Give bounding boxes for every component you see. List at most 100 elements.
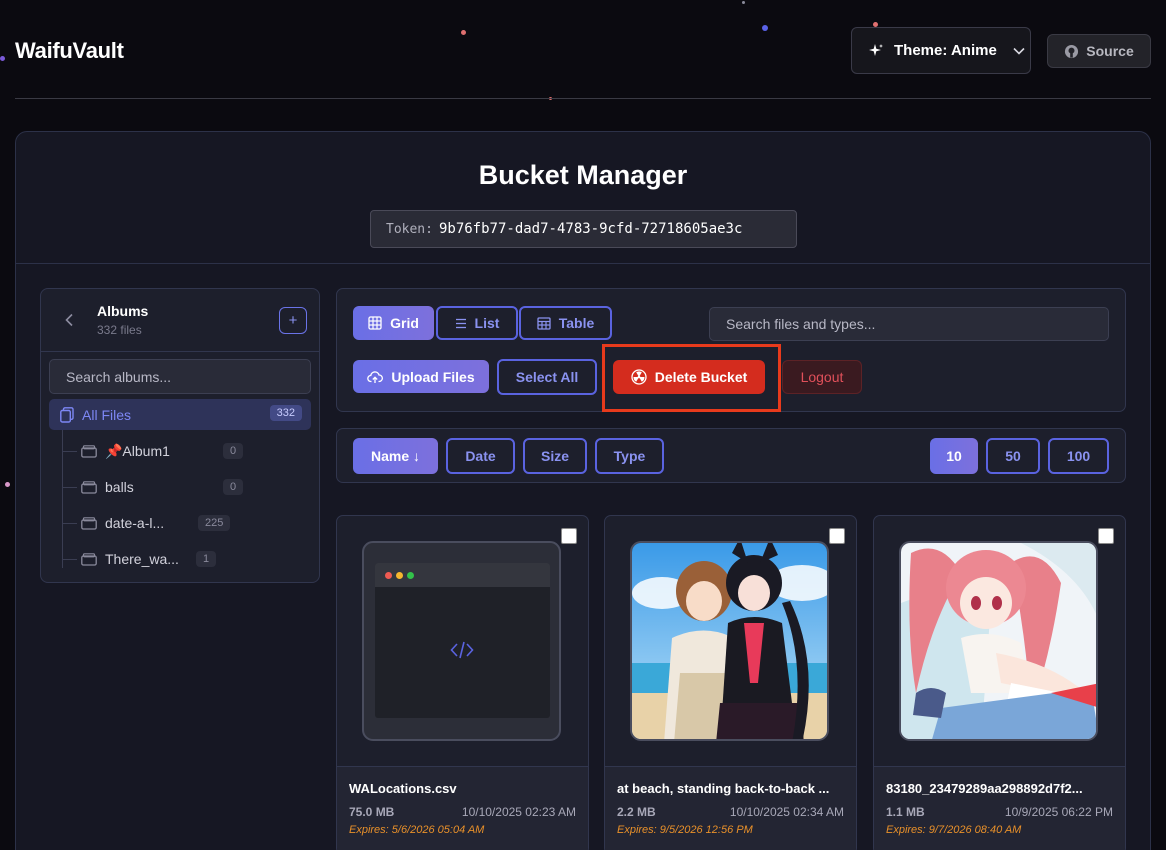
file-name: WALocations.csv — [349, 781, 457, 796]
album-item[interactable]: date-a-l... 225 — [63, 507, 303, 539]
album-item-count: 225 — [198, 515, 231, 531]
file-select-checkbox[interactable] — [1098, 528, 1114, 544]
anime-image-thumbnail — [632, 543, 827, 739]
file-name: at beach, standing back-to-back ... — [617, 781, 830, 796]
album-item[interactable]: There_wa... 1 — [63, 543, 303, 575]
album-item[interactable]: balls 0 — [63, 471, 303, 503]
file-expires: Expires: 9/5/2026 12:56 PM — [617, 824, 753, 836]
github-icon — [1064, 44, 1079, 59]
app-brand[interactable]: WaifuVault — [15, 38, 124, 64]
add-album-button[interactable]: + — [279, 307, 307, 334]
albums-search-input[interactable] — [49, 359, 311, 394]
card-divider — [16, 263, 1150, 264]
window-titlebar — [375, 563, 550, 587]
album-folder-icon — [81, 516, 97, 530]
page-size-label: 50 — [1005, 448, 1021, 464]
view-list-label: List — [474, 315, 500, 331]
view-grid-label: Grid — [390, 315, 419, 331]
file-card[interactable]: WALocations.csv 75.0 MB 10/10/2025 02:23… — [336, 515, 589, 850]
view-table-button[interactable]: Table — [519, 306, 612, 340]
sort-date-label: Date — [465, 448, 496, 464]
file-card[interactable]: 83180_23479289aa298892d7f2... 1.1 MB 10/… — [873, 515, 1126, 850]
album-item-label: There_wa... — [105, 551, 179, 567]
page-size-10-button[interactable]: 10 — [930, 438, 978, 474]
file-select-checkbox[interactable] — [829, 528, 845, 544]
album-item-label: date-a-l... — [105, 515, 165, 531]
delete-bucket-button[interactable]: Delete Bucket — [613, 360, 765, 394]
plus-icon: + — [288, 312, 298, 329]
file-select-checkbox[interactable] — [561, 528, 577, 544]
albums-divider — [41, 351, 319, 352]
album-item-count: 0 — [223, 479, 244, 495]
album-folder-icon — [81, 444, 97, 458]
theme-selector-button[interactable]: Theme: Anime — [851, 27, 1031, 74]
album-folder-icon — [81, 552, 97, 566]
window-mockup — [375, 563, 550, 718]
collapse-sidebar-button[interactable] — [59, 309, 79, 331]
window-maximize-dot — [407, 572, 414, 579]
sort-size-label: Size — [540, 448, 569, 464]
all-files-label: All Files — [82, 406, 132, 423]
view-list-button[interactable]: List — [436, 306, 518, 340]
file-thumbnail[interactable] — [337, 516, 588, 766]
code-file-preview — [362, 541, 561, 741]
file-name: 83180_23479289aa298892d7f2... — [886, 781, 1083, 796]
file-size: 75.0 MB — [349, 805, 395, 819]
view-table-label: Table — [558, 315, 595, 331]
background-particle — [762, 25, 768, 31]
album-item-count: 0 — [223, 443, 244, 459]
album-item-count: 1 — [196, 551, 217, 567]
upload-files-button[interactable]: Upload Files — [353, 360, 489, 393]
file-date: 10/10/2025 02:34 AM — [729, 805, 844, 819]
table-icon — [537, 316, 551, 330]
page-size-50-button[interactable]: 50 — [986, 438, 1040, 474]
all-files-item[interactable]: All Files 332 — [49, 399, 311, 430]
background-particle — [461, 30, 466, 35]
file-meta: 83180_23479289aa298892d7f2... 1.1 MB 10/… — [874, 766, 1125, 850]
files-icon — [60, 406, 74, 423]
select-all-button[interactable]: Select All — [497, 359, 597, 395]
file-card[interactable]: at beach, standing back-to-back ... 2.2 … — [604, 515, 857, 850]
sort-toolbar: Name ↓ Date Size Type 10 50 100 — [336, 428, 1126, 483]
album-item-label: 📌Album1 — [105, 442, 170, 459]
sort-name-label: Name ↓ — [370, 448, 421, 464]
file-meta: at beach, standing back-to-back ... 2.2 … — [605, 766, 856, 850]
source-button[interactable]: Source — [1047, 34, 1151, 68]
image-preview — [630, 541, 829, 741]
view-grid-button[interactable]: Grid — [353, 306, 434, 340]
file-date: 10/9/2025 06:22 PM — [1004, 805, 1113, 819]
album-folder-icon — [81, 480, 97, 494]
chevron-left-icon — [65, 313, 73, 327]
select-all-label: Select All — [515, 369, 579, 385]
logout-button[interactable]: Logout — [782, 360, 862, 394]
delete-bucket-label: Delete Bucket — [654, 369, 748, 385]
file-search-input[interactable] — [709, 307, 1109, 341]
source-label: Source — [1086, 43, 1134, 59]
sort-name-button[interactable]: Name ↓ — [353, 438, 438, 474]
token-display: Token: 9b76fb77-dad7-4783-9cfd-72718605a… — [370, 210, 797, 248]
sort-type-label: Type — [613, 448, 646, 464]
file-size: 1.1 MB — [886, 805, 925, 819]
file-expires: Expires: 5/6/2026 05:04 AM — [349, 824, 485, 836]
token-label: Token: — [386, 221, 433, 237]
page-title: Bucket Manager — [478, 160, 688, 190]
albums-title: Albums — [97, 303, 149, 319]
code-icon — [450, 641, 474, 659]
chevron-down-icon — [1013, 47, 1025, 55]
page-size-100-button[interactable]: 100 — [1048, 438, 1109, 474]
file-toolbar: Grid List Table Upload Files Select All … — [336, 288, 1126, 412]
file-thumbnail[interactable] — [874, 516, 1125, 766]
upload-files-label: Upload Files — [391, 368, 475, 385]
page-size-label: 100 — [1066, 448, 1091, 464]
background-particle — [0, 56, 5, 61]
sort-type-button[interactable]: Type — [595, 438, 664, 474]
file-expires: Expires: 9/7/2026 08:40 AM — [886, 824, 1022, 836]
album-item[interactable]: 📌Album1 0 — [63, 435, 303, 467]
sort-date-button[interactable]: Date — [446, 438, 515, 474]
cloud-upload-icon — [367, 370, 384, 383]
list-icon — [455, 318, 466, 328]
window-minimize-dot — [396, 572, 403, 579]
sort-size-button[interactable]: Size — [523, 438, 587, 474]
file-thumbnail[interactable] — [605, 516, 856, 766]
all-files-count-badge: 332 — [269, 405, 302, 421]
